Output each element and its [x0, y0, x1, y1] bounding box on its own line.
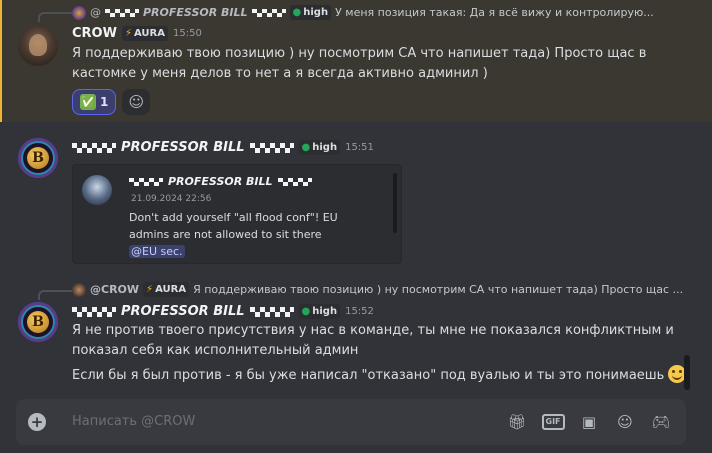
embed-text: Don't add yourself "all flood conf"! EU … — [129, 211, 338, 258]
embed-header: PROFESSOR BILL — [129, 175, 312, 188]
avatar[interactable]: B — [18, 302, 58, 342]
message-text: Я не против твоего присутствия у нас в к… — [72, 321, 687, 386]
name-decoration — [251, 8, 286, 17]
reply-avatar — [72, 5, 86, 20]
embed-author: PROFESSOR BILL — [168, 175, 273, 188]
reply-mention: @CROW — [90, 283, 140, 296]
name-decoration — [72, 306, 116, 317]
gif-icon[interactable]: GIF — [541, 412, 565, 432]
message-input[interactable]: Написать @CROW — [72, 414, 195, 429]
reply-role-tag: ⚡ AURA — [143, 282, 190, 297]
name-decoration — [129, 177, 163, 186]
avatar[interactable]: B — [18, 138, 58, 178]
name-decoration — [249, 306, 294, 317]
message-bill-2: @CROW ⚡ AURA Я поддерживаю твою позицию )… — [0, 278, 712, 396]
reply-mention: @ — [90, 6, 101, 19]
timestamp: 15:51 — [345, 142, 374, 153]
name-decoration — [72, 142, 116, 153]
avatar[interactable] — [18, 26, 58, 66]
embed-avatar — [82, 175, 112, 205]
bitcoin-icon: B — [27, 147, 49, 169]
name-decoration — [277, 177, 312, 186]
message-text: Я поддерживаю твою позицию ) ну посмотри… — [72, 46, 647, 81]
reply-avatar — [72, 282, 86, 297]
embed-date: 21.09.2024 22:56 — [131, 194, 212, 204]
reply-text: Я поддерживаю твою позицию ) ну посмотри… — [193, 283, 684, 296]
leaf-icon: ● — [292, 7, 302, 18]
reply-role-tag: ● high — [289, 5, 332, 20]
name-decoration — [249, 142, 294, 153]
sticker-icon[interactable]: ▣ — [578, 412, 600, 432]
author-name[interactable]: PROFESSOR BILL — [121, 140, 245, 155]
add-reaction-button[interactable]: ☺ — [122, 89, 151, 115]
emoji-icon: ☺ — [128, 93, 145, 111]
message-header: PROFESSOR BILL ● high 15:51 — [72, 140, 374, 155]
chat-scrollbar[interactable] — [684, 355, 690, 390]
leaf-icon: ● — [301, 306, 311, 317]
plus-circle-icon[interactable]: + — [28, 413, 46, 431]
bolt-icon: ⚡ — [124, 28, 132, 39]
message-embed[interactable]: PROFESSOR BILL 21.09.2024 22:56 Don't ad… — [72, 164, 402, 264]
message-crow: @ PROFESSOR BILL ● high У меня позиция та… — [0, 0, 712, 122]
timestamp: 15:52 — [345, 306, 374, 317]
emoji-icon[interactable]: ☺ — [614, 412, 636, 432]
bolt-icon: ⚡ — [146, 284, 154, 295]
reply-preview[interactable]: @ PROFESSOR BILL ● high У меня позиция та… — [72, 5, 654, 20]
reaction-bar: ✅ 1 ☺ — [72, 89, 151, 115]
reaction-count: 1 — [100, 95, 109, 109]
role-tag: ● high — [298, 304, 341, 319]
gamepad-icon[interactable]: 🎮︎ — [650, 412, 672, 432]
reaction-checkmark[interactable]: ✅ 1 — [72, 89, 117, 115]
message-composer: + Написать @CROW 🎁︎ GIF ▣ ☺ 🎮︎ — [16, 399, 686, 445]
check-emoji-icon: ✅ — [80, 94, 96, 110]
role-tag: ⚡ AURA — [121, 26, 168, 41]
message-bill-1: B PROFESSOR BILL ● high 15:51 PROFESSOR B… — [0, 128, 712, 268]
role-mention[interactable]: @EU sec. — [129, 245, 185, 258]
message-header: PROFESSOR BILL ● high 15:52 — [72, 304, 374, 319]
embed-scrollbar[interactable] — [393, 173, 397, 233]
reply-spine — [38, 290, 72, 300]
leaf-icon: ● — [301, 142, 311, 153]
role-tag: ● high — [298, 140, 341, 155]
author-name[interactable]: PROFESSOR BILL — [121, 304, 245, 319]
composer-tools: 🎁︎ GIF ▣ ☺ 🎮︎ — [506, 412, 672, 432]
timestamp: 15:50 — [172, 28, 202, 39]
message-header: CROW ⚡ AURA 15:50 — [72, 26, 202, 41]
gift-icon[interactable]: 🎁︎ — [506, 412, 528, 432]
bitcoin-icon: B — [27, 311, 49, 333]
author-name[interactable]: CROW — [72, 26, 117, 41]
reply-preview[interactable]: @CROW ⚡ AURA Я поддерживаю твою позицию )… — [72, 282, 683, 297]
reply-author: PROFESSOR BILL — [143, 6, 248, 19]
reply-spine — [38, 12, 72, 22]
name-decoration — [105, 8, 139, 17]
reply-text: У меня позиция такая: Да я всё вижу и ко… — [335, 6, 654, 19]
